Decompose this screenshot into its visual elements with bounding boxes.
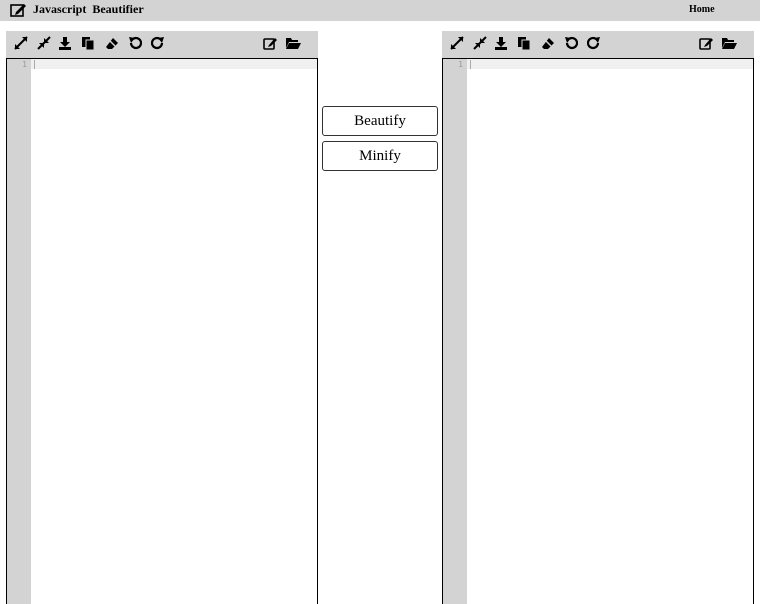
text-cursor (470, 60, 471, 69)
line-number-gutter: 1 (7, 59, 31, 604)
eraser-icon[interactable] (541, 36, 557, 52)
beautify-button[interactable]: Beautify (322, 106, 438, 136)
app-title: Javascript Beautifier (33, 2, 144, 16)
folder-open-icon[interactable] (285, 36, 301, 52)
output-editor-pane: 1 (442, 31, 754, 604)
expand-icon[interactable] (450, 36, 466, 52)
download-icon[interactable] (58, 36, 74, 52)
expand-icon[interactable] (14, 36, 30, 52)
text-cursor (34, 60, 35, 69)
redo-icon[interactable] (587, 36, 603, 52)
redo-icon[interactable] (151, 36, 167, 52)
input-code-editor[interactable]: 1 (6, 58, 318, 604)
undo-icon[interactable] (128, 36, 144, 52)
collapse-icon[interactable] (473, 36, 489, 52)
output-code-editor[interactable]: 1 (442, 58, 754, 604)
eraser-icon[interactable] (105, 36, 121, 52)
input-editor-pane: 1 (6, 31, 318, 604)
top-nav-bar: Javascript Beautifier Home (0, 0, 760, 21)
home-link[interactable]: Home (689, 4, 715, 16)
copy-icon[interactable] (517, 36, 533, 52)
edit-icon[interactable] (263, 36, 279, 52)
line-number: 1 (22, 60, 27, 69)
copy-icon[interactable] (81, 36, 97, 52)
active-line-highlight (467, 59, 753, 69)
edit-logo-icon (10, 4, 26, 17)
edit-icon[interactable] (699, 36, 715, 52)
undo-icon[interactable] (564, 36, 580, 52)
minify-button[interactable]: Minify (322, 141, 438, 171)
line-number-gutter: 1 (443, 59, 467, 604)
line-number: 1 (458, 60, 463, 69)
input-toolbar (6, 31, 318, 58)
download-icon[interactable] (494, 36, 510, 52)
collapse-icon[interactable] (37, 36, 53, 52)
output-toolbar (442, 31, 754, 58)
folder-open-icon[interactable] (721, 36, 737, 52)
active-line-highlight (31, 59, 317, 69)
